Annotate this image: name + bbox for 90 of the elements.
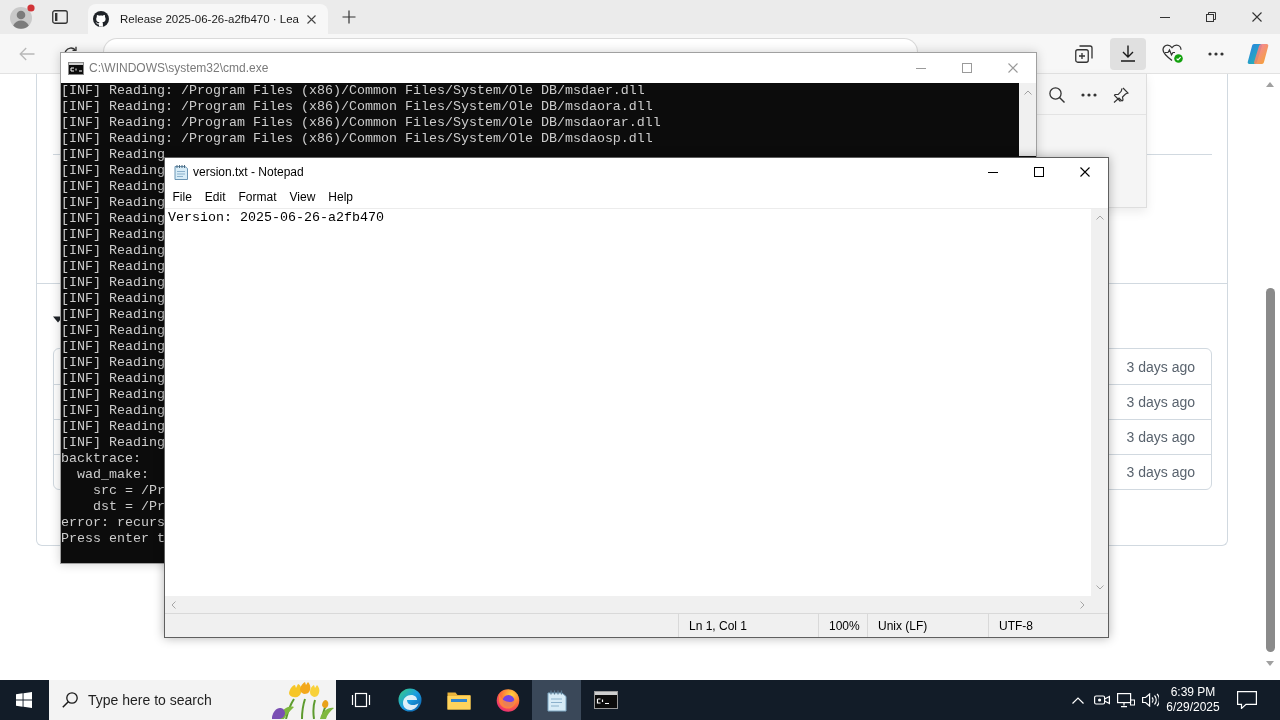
asset-date: 3 days ago [1126, 358, 1195, 375]
status-text: 100% [818, 614, 867, 637]
console-line: [INF] Reading [61, 259, 165, 275]
clock-button[interactable]: 6:39 PM 6/29/2025 [1162, 680, 1224, 720]
console-line: [INF] Reading [61, 163, 165, 179]
window-title: version.txt - Notepad [193, 165, 304, 179]
address-field[interactable] [103, 38, 918, 52]
console-line: [INF] Reading: /Program Files (x86)/Common Files/System/Ole DB/msdaora.dll [61, 99, 653, 115]
console-line: [INF] Reading [61, 339, 165, 355]
flame-globe-icon [495, 688, 520, 712]
asset-date: 3 days ago [1126, 429, 1195, 445]
taskbar-app-button[interactable] [532, 680, 581, 720]
console-line: [INF] Reading: /Program Files (x86)/Common Files/System/Ole DB/msdaosp.dll [61, 131, 653, 147]
minimize-icon[interactable] [1160, 16, 1170, 18]
message-icon[interactable] [1237, 691, 1257, 709]
close-icon[interactable] [1080, 167, 1090, 177]
console-line: [INF] Reading [61, 291, 165, 307]
restore-icon[interactable] [1206, 12, 1216, 22]
pin-icon[interactable] [1113, 87, 1129, 103]
close-icon[interactable] [1252, 12, 1262, 22]
search-icon[interactable] [62, 692, 78, 708]
asset-date: 3 days ago [1126, 394, 1195, 410]
monitor-icon[interactable] [1117, 692, 1135, 708]
refresh-icon[interactable] [63, 46, 79, 52]
console-line: src = /Pr [92, 483, 165, 499]
maximize-icon[interactable] [1034, 167, 1044, 177]
status-text: Ln 1, Col 1 [678, 614, 818, 637]
console-line: [INF] Reading: /Program Files (x86)/Common Files/System/Ole DB/msdaer.dll [61, 83, 645, 99]
menu-item[interactable]: View [283, 187, 322, 207]
close-icon[interactable] [307, 14, 316, 24]
console-line: [INF] Reading [61, 355, 165, 371]
console-line: [INF] Reading: /Program Files (x86)/Common Files/System/Ole DB/msdaorar.dll [61, 115, 661, 131]
console-line: Press enter t [61, 531, 165, 547]
console-line: error: recurs [61, 515, 165, 531]
swirl-browser-icon [397, 688, 422, 712]
console-line: [INF] Reading [61, 419, 165, 435]
window-title: C:\WINDOWS\system32\cmd.exe [89, 61, 269, 75]
console-line: [INF] Reading [61, 275, 165, 291]
console-line: [INF] Reading [61, 243, 165, 259]
console-line: [INF] Reading [61, 387, 165, 403]
speaker-icon[interactable] [1141, 693, 1159, 707]
site-logo-icon [93, 11, 109, 27]
squares-plus-icon[interactable] [1075, 44, 1093, 63]
status-text: UTF-8 [988, 614, 1108, 637]
console-line: [INF] Reading [61, 227, 165, 243]
scroll-down-icon[interactable] [1266, 661, 1274, 666]
minimize-icon[interactable] [988, 171, 998, 173]
menu-item[interactable]: Format [232, 187, 284, 207]
console-line: dst = /Pr [92, 499, 165, 515]
folder-icon [446, 690, 471, 710]
menu-item[interactable]: Help [321, 187, 360, 207]
menu-item[interactable]: File [166, 187, 199, 207]
downloads-button[interactable] [1110, 37, 1146, 70]
search-icon[interactable] [1049, 87, 1065, 103]
scrollbar-thumb[interactable] [1265, 288, 1275, 652]
console-line: [INF] Reading [61, 403, 165, 419]
console-line: [INF] Reading [61, 211, 165, 227]
ribbon-logo-icon[interactable] [1247, 42, 1269, 65]
windows-logo-icon[interactable] [16, 692, 32, 708]
video-camera-icon[interactable] [1094, 693, 1110, 707]
notepad-icon [173, 164, 189, 180]
console-line: [INF] Reading [61, 323, 165, 339]
terminal-icon [593, 691, 618, 709]
scroll-up-icon[interactable] [1266, 82, 1274, 87]
task-view-icon [350, 692, 371, 708]
console-line: [INF] Reading [61, 371, 165, 387]
asset-date: 3 days ago [1126, 464, 1195, 480]
download-icon [1120, 45, 1136, 62]
search-field[interactable]: Type here to search [88, 692, 272, 708]
console-line: wad_make: [76, 467, 149, 483]
flowers-icon [272, 681, 336, 719]
console-line: backtrace: [61, 451, 141, 467]
heart-check-icon[interactable] [1161, 44, 1183, 63]
console-line: [INF] Reading [61, 307, 165, 323]
console-line: [INF] Reading [61, 435, 165, 451]
profile-avatar-icon[interactable] [9, 4, 35, 30]
search-bar[interactable]: Type here to search [49, 680, 336, 720]
tab-panel-icon[interactable] [52, 10, 68, 24]
more-icon[interactable] [1208, 51, 1224, 56]
console-line: [INF] Reading [61, 147, 165, 163]
console-line: [INF] Reading [61, 179, 165, 195]
plus-icon[interactable] [342, 10, 356, 24]
status-text: Unix (LF) [867, 614, 988, 637]
menu-item[interactable]: Edit [198, 187, 233, 207]
chevron-up-icon[interactable] [1072, 696, 1084, 704]
console-line: [INF] Reading [61, 195, 165, 211]
browser-tab[interactable]: Release 2025-06-26-a2fb470 · Lea [88, 4, 328, 34]
terminal-icon [68, 61, 84, 75]
notepad-icon [544, 688, 569, 712]
more-icon[interactable] [1081, 93, 1097, 97]
